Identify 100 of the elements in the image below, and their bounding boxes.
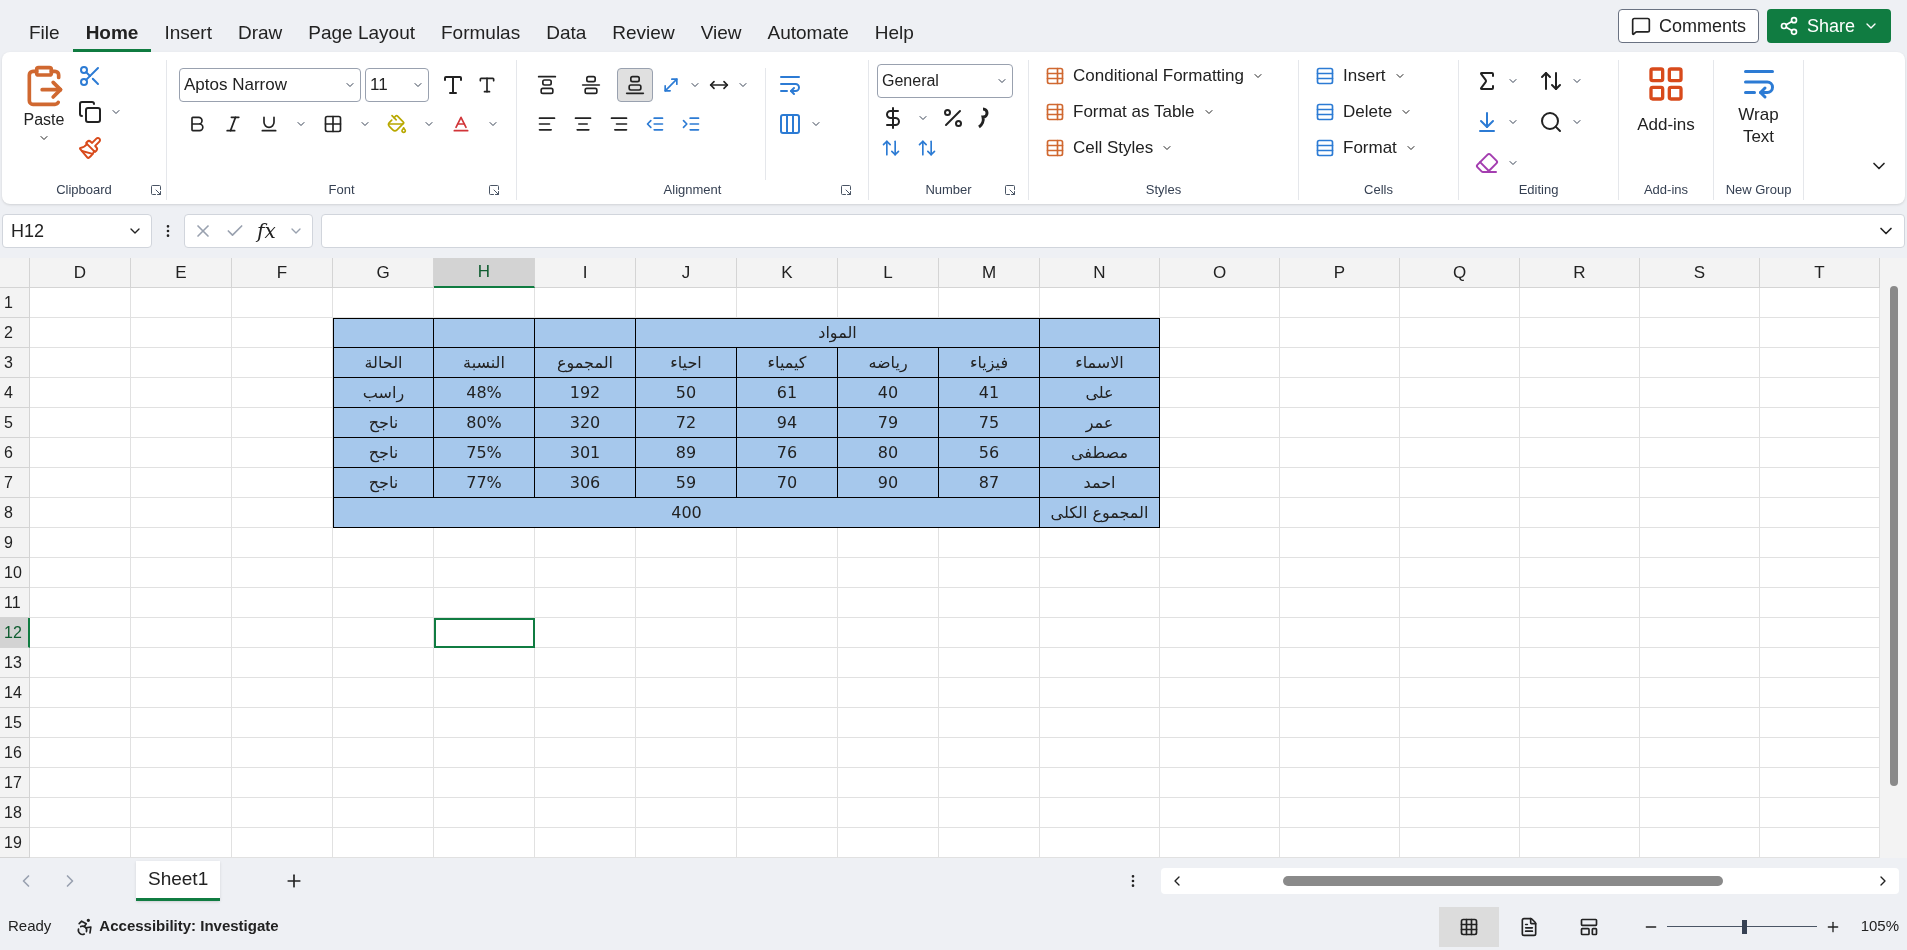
sheet-cell[interactable] — [1280, 288, 1400, 318]
orientation-icon[interactable] — [661, 75, 681, 95]
sheet-cell[interactable] — [1400, 738, 1520, 768]
sheet-cell[interactable] — [838, 558, 939, 588]
sheet-cell[interactable] — [333, 798, 434, 828]
sheet-cell[interactable] — [333, 588, 434, 618]
menu-tab[interactable]: Page Layout — [295, 18, 428, 52]
column-header[interactable]: K — [737, 258, 838, 288]
sheet-cell[interactable] — [838, 618, 939, 648]
sheet-cell[interactable] — [30, 708, 131, 738]
sheet-cell[interactable] — [1520, 558, 1640, 588]
sheet-cell[interactable] — [30, 348, 131, 378]
sheet-cell[interactable] — [737, 648, 838, 678]
sheet-cell[interactable] — [1640, 768, 1760, 798]
sheet-cell[interactable] — [434, 648, 535, 678]
sheet-cell[interactable] — [30, 498, 131, 528]
sheet-cell[interactable] — [636, 708, 737, 738]
column-header[interactable]: R — [1520, 258, 1640, 288]
sheet-cell[interactable] — [838, 648, 939, 678]
name-box[interactable]: H12 — [2, 214, 152, 248]
row-header[interactable]: 7 — [0, 468, 30, 498]
sheet-cell[interactable] — [1400, 408, 1520, 438]
sheet-cell[interactable] — [1520, 738, 1640, 768]
sheet-cell[interactable] — [535, 678, 636, 708]
sheet-cell[interactable] — [636, 588, 737, 618]
italic-icon[interactable] — [223, 114, 243, 134]
dialog-launcher-icon[interactable] — [1004, 184, 1016, 196]
paste-button[interactable]: Paste — [22, 60, 66, 144]
row-header[interactable]: 4 — [0, 378, 30, 408]
sheet-cell[interactable] — [535, 738, 636, 768]
number-format-dropdown[interactable]: General — [877, 64, 1013, 98]
sheet-cell[interactable] — [1400, 678, 1520, 708]
sheet-cell[interactable] — [939, 678, 1040, 708]
selected-cell[interactable] — [434, 618, 535, 648]
sheet-cell[interactable] — [131, 408, 232, 438]
sheet-cell[interactable] — [636, 798, 737, 828]
add-ins-button[interactable]: Add-ins — [1619, 60, 1713, 180]
zoom-slider[interactable] — [1667, 919, 1817, 934]
sheet-cell[interactable] — [1160, 768, 1280, 798]
sheet-cell[interactable] — [1400, 378, 1520, 408]
sheet-cell[interactable] — [838, 768, 939, 798]
column-header[interactable]: M — [939, 258, 1040, 288]
insert-function-button[interactable]: fx — [257, 216, 276, 246]
sheet-cell[interactable] — [1280, 738, 1400, 768]
sheet-cell[interactable] — [939, 798, 1040, 828]
sheet-cell[interactable] — [1640, 738, 1760, 768]
column-header[interactable]: T — [1760, 258, 1880, 288]
sheet-cell[interactable] — [1640, 318, 1760, 348]
sheet-cell[interactable] — [1160, 558, 1280, 588]
sheet-cell[interactable] — [1280, 558, 1400, 588]
cells-menu-button[interactable]: Format — [1315, 132, 1442, 164]
sheet-cell[interactable] — [232, 288, 333, 318]
sheet-cell[interactable] — [232, 618, 333, 648]
sheet-cell[interactable] — [1280, 588, 1400, 618]
comments-button[interactable]: Comments — [1617, 9, 1759, 43]
menu-tab[interactable]: File — [16, 18, 73, 52]
sheet-cell[interactable] — [636, 738, 737, 768]
wrap-text-button[interactable]: Wrap Text — [1714, 60, 1803, 180]
copy-icon[interactable] — [78, 100, 102, 124]
increase-indent-icon[interactable] — [681, 114, 701, 134]
scissors-icon[interactable] — [78, 64, 102, 88]
sheet-cell[interactable] — [1160, 738, 1280, 768]
sheet-cell[interactable] — [434, 708, 535, 738]
vertical-align-button[interactable] — [617, 68, 653, 102]
row-header[interactable]: 18 — [0, 798, 30, 828]
row-header[interactable]: 5 — [0, 408, 30, 438]
sheet-cell[interactable] — [30, 438, 131, 468]
sheet-cell[interactable] — [1280, 438, 1400, 468]
sheet-cell[interactable] — [1640, 798, 1760, 828]
select-all-corner[interactable] — [0, 258, 30, 288]
merge-cells-icon[interactable] — [778, 112, 802, 136]
sheet-cell[interactable] — [737, 618, 838, 648]
sheet-cell[interactable] — [131, 288, 232, 318]
sheet-cell[interactable] — [1160, 288, 1280, 318]
row-header[interactable]: 9 — [0, 528, 30, 558]
sheet-cell[interactable] — [131, 588, 232, 618]
row-header[interactable]: 19 — [0, 828, 30, 858]
sheet-cell[interactable] — [1520, 288, 1640, 318]
menu-tab[interactable]: View — [687, 18, 755, 52]
column-header[interactable]: H — [434, 258, 535, 288]
sheet-cell[interactable] — [1040, 618, 1160, 648]
column-header[interactable]: P — [1280, 258, 1400, 288]
sheet-cell[interactable] — [1040, 678, 1160, 708]
sheet-cell[interactable] — [535, 558, 636, 588]
menu-tab[interactable]: Draw — [224, 18, 296, 52]
cells-menu-button[interactable]: Insert — [1315, 60, 1442, 92]
row-header[interactable]: 10 — [0, 558, 30, 588]
sheet-cell[interactable] — [939, 768, 1040, 798]
font-color-icon[interactable] — [451, 114, 471, 134]
sheet-cell[interactable] — [131, 618, 232, 648]
sheet-cell[interactable] — [939, 588, 1040, 618]
styles-menu-button[interactable]: Cell Styles — [1045, 132, 1282, 164]
sheet-cell[interactable] — [1400, 318, 1520, 348]
sheet-cell[interactable] — [535, 708, 636, 738]
sheet-cell[interactable] — [1520, 648, 1640, 678]
row-header[interactable]: 2 — [0, 318, 30, 348]
sheet-cell[interactable] — [1040, 798, 1160, 828]
sheet-cell[interactable] — [1520, 318, 1640, 348]
menu-tab[interactable]: Data — [533, 18, 600, 52]
sheet-cell[interactable] — [1640, 378, 1760, 408]
